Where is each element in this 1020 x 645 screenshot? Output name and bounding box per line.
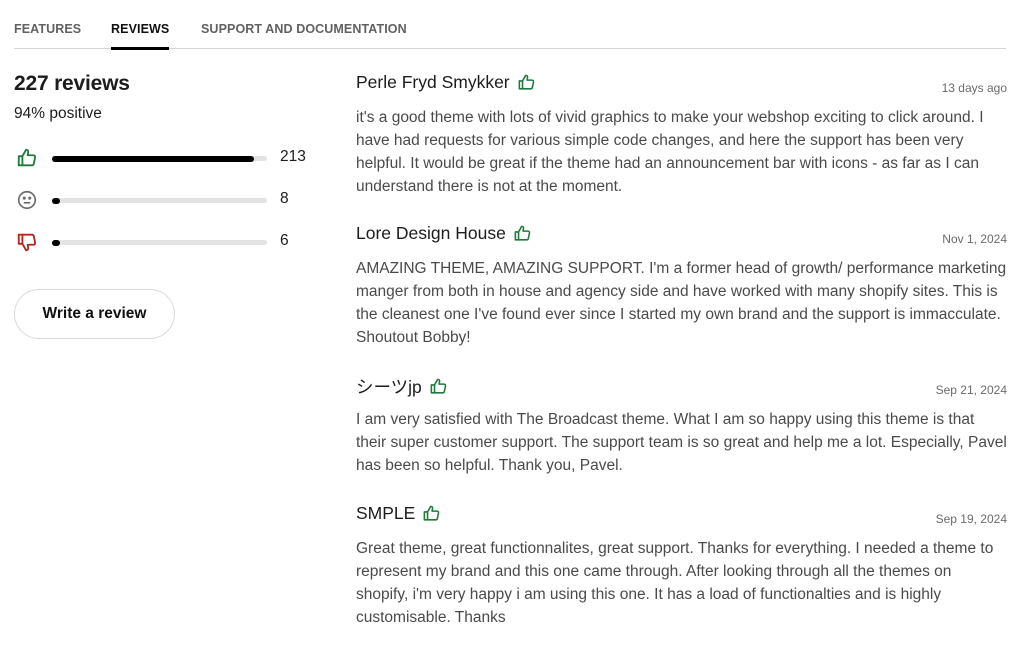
rating-bar-fill-negative (52, 239, 60, 246)
review-item: Lore Design House Nov 1, 2024 AMAZING TH… (356, 223, 1007, 349)
positive-percentage: 94% positive (14, 105, 102, 122)
review-item: SMPLE Sep 19, 2024 Great theme, great fu… (356, 503, 1007, 629)
thumbs-up-icon (423, 505, 440, 521)
review-text: AMAZING THEME, AMAZING SUPPORT. I'm a fo… (356, 260, 1007, 346)
rating-row-neutral[interactable]: 8 (14, 189, 324, 213)
reviews-count-heading: 227 reviews (14, 72, 130, 95)
reviewer-name: Perle Fryd Smykker (356, 72, 510, 92)
review-date: Sep 19, 2024 (935, 512, 1007, 526)
reviewer-name: Lore Design House (356, 223, 506, 243)
review-date: 13 days ago (941, 81, 1007, 95)
reviews-summary: 227 reviews 94% positive 213 8 6 (14, 72, 324, 252)
rating-bar-positive (52, 155, 267, 162)
review-date: Nov 1, 2024 (942, 232, 1007, 246)
tab-bar: FEATURES REVIEWS SUPPORT AND DOCUMENTATI… (14, 0, 1006, 50)
neutral-face-icon (16, 189, 38, 211)
thumbs-up-icon (430, 378, 447, 394)
write-review-button[interactable]: Write a review (14, 289, 175, 339)
rating-row-positive[interactable]: 213 (14, 147, 324, 171)
tab-reviews[interactable]: REVIEWS (111, 22, 170, 50)
rating-bar-negative (52, 239, 267, 246)
review-item: Perle Fryd Smykker 13 days ago it's a go… (356, 72, 1007, 198)
rating-bar-fill-neutral (52, 197, 60, 204)
rating-count-neutral: 8 (280, 190, 289, 207)
review-item: シーツjp Sep 21, 2024 I am very satisfied w… (356, 374, 1007, 477)
rating-bar-fill-positive (52, 155, 255, 162)
review-text: it's a good theme with lots of vivid gra… (356, 109, 984, 195)
review-text: I am very satisfied with The Broadcast t… (356, 411, 1007, 474)
reviewer-name: シーツjp (356, 377, 422, 397)
thumbs-up-icon (518, 74, 534, 90)
review-text: Great theme, great functionnalites, grea… (356, 540, 994, 626)
thumbs-up-icon (16, 147, 38, 169)
tab-features[interactable]: FEATURES (14, 22, 81, 49)
thumbs-down-icon (16, 231, 38, 253)
rating-count-positive: 213 (280, 148, 306, 165)
rating-count-negative: 6 (280, 232, 289, 249)
thumbs-up-icon (514, 225, 531, 241)
tab-support-and-documentation[interactable]: SUPPORT AND DOCUMENTATION (201, 22, 407, 49)
review-date: Sep 21, 2024 (935, 383, 1007, 397)
rating-bar-neutral (52, 197, 267, 204)
rating-row-negative[interactable]: 6 (14, 231, 324, 255)
reviewer-name: SMPLE (356, 503, 416, 523)
